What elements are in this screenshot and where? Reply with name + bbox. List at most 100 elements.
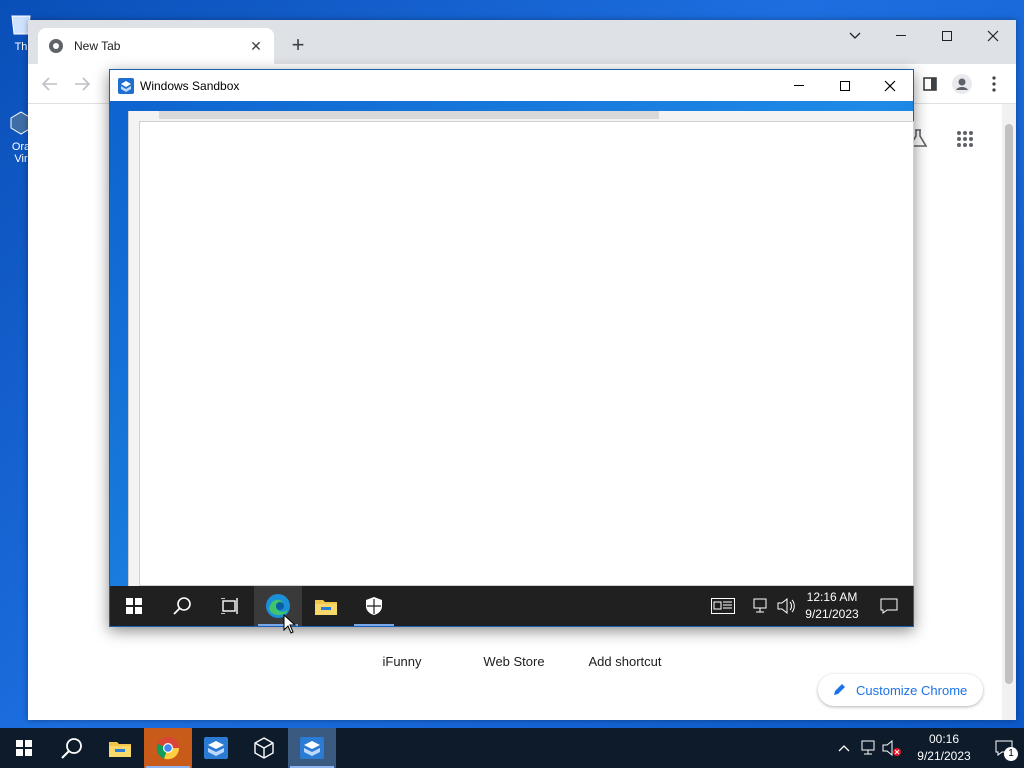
notification-icon — [880, 598, 898, 614]
chevron-down-icon — [849, 32, 861, 39]
tab-new-tab[interactable]: New Tab ✕ — [38, 28, 274, 64]
chrome-icon — [156, 737, 180, 760]
sandbox-taskbar: 12:16 AM 9/21/2023 — [110, 586, 913, 626]
profile-avatar-icon — [952, 74, 972, 94]
shortcut-add[interactable]: Add shortcut — [570, 654, 680, 669]
windows-logo-icon — [126, 598, 142, 614]
volume-muted-icon — [882, 740, 901, 756]
cube-icon — [254, 737, 274, 759]
sandbox-file-explorer-button[interactable] — [302, 586, 350, 626]
sandbox-clock-date: 9/21/2023 — [805, 607, 859, 621]
close-button[interactable] — [970, 20, 1016, 52]
customize-chrome-button[interactable]: Customize Chrome — [818, 674, 984, 706]
sandbox-search-button[interactable] — [158, 586, 206, 626]
shortcut-web-store[interactable]: Web Store — [459, 654, 569, 669]
scrollbar[interactable] — [1002, 104, 1016, 720]
back-button[interactable] — [38, 72, 62, 96]
sandbox-system-tray: 12:16 AM 9/21/2023 — [699, 586, 913, 626]
arrow-right-icon — [75, 77, 90, 91]
profile-button[interactable] — [950, 72, 974, 96]
mouse-cursor-icon — [283, 614, 297, 634]
search-icon — [61, 738, 82, 759]
action-center-button[interactable]: 1 — [984, 728, 1024, 768]
sandbox-network-icon-wrap[interactable] — [747, 598, 773, 614]
volume-icon — [777, 598, 795, 614]
maximize-icon — [840, 80, 850, 91]
side-panel-button[interactable] — [918, 72, 942, 96]
arrow-left-icon — [42, 77, 57, 91]
sandbox-taskbar-button-1[interactable] — [192, 728, 240, 768]
chrome-taskbar-button[interactable] — [144, 728, 192, 768]
sandbox-desktop — [110, 101, 914, 586]
sandbox-close-button[interactable] — [867, 70, 913, 101]
taskbar-clock[interactable]: 00:16 9/21/2023 — [904, 731, 984, 765]
sandbox-news-button[interactable] — [699, 586, 747, 626]
clock-date: 9/21/2023 — [917, 749, 971, 763]
minimize-button[interactable] — [878, 20, 924, 52]
tab-search-button[interactable] — [832, 20, 878, 52]
close-icon — [987, 30, 999, 42]
volume-tray-button[interactable] — [880, 740, 904, 756]
sandbox-security-button[interactable] — [350, 586, 398, 626]
search-icon — [173, 597, 191, 615]
scrollbar-thumb[interactable] — [1005, 124, 1013, 684]
sandbox-inner-tabbar — [159, 111, 659, 119]
minimize-icon — [896, 35, 906, 36]
sandbox-clock-time: 12:16 AM — [806, 590, 858, 604]
maximize-icon — [942, 31, 952, 41]
customize-chrome-label: Customize Chrome — [856, 682, 968, 698]
start-button[interactable] — [0, 728, 48, 768]
network-icon — [861, 740, 875, 755]
chrome-favicon-icon — [49, 39, 63, 53]
close-icon — [884, 80, 896, 91]
kebab-menu-icon — [992, 76, 996, 92]
apps-grid-icon[interactable] — [956, 130, 974, 148]
sandbox-task-view-button[interactable] — [206, 586, 254, 626]
sandbox-clock[interactable]: 12:16 AM 9/21/2023 — [799, 589, 865, 623]
windows-logo-icon — [16, 740, 32, 756]
desktop-icon-label: Th — [14, 41, 28, 53]
sandbox-minimize-button[interactable] — [776, 70, 822, 101]
shortcut-ifunny[interactable]: iFunny — [347, 654, 457, 669]
maximize-button[interactable] — [924, 20, 970, 52]
shield-icon — [366, 597, 382, 615]
task-view-icon — [221, 598, 238, 614]
running-indicator — [354, 624, 394, 626]
sandbox-start-button[interactable] — [110, 586, 158, 626]
chevron-up-icon — [838, 745, 850, 752]
folder-icon — [109, 742, 131, 757]
sandbox-volume-icon-wrap[interactable] — [773, 598, 799, 614]
network-tray-button[interactable] — [856, 740, 880, 756]
minimize-icon — [794, 84, 804, 86]
pencil-icon — [834, 684, 845, 695]
menu-button[interactable] — [982, 72, 1006, 96]
taskbar: 00:16 9/21/2023 1 — [0, 728, 1024, 768]
sandbox-title: Windows Sandbox — [140, 78, 240, 93]
sandbox-app-icon — [300, 737, 324, 759]
folder-icon — [315, 600, 337, 615]
virtualbox-taskbar-button[interactable] — [240, 728, 288, 768]
news-widget-icon — [711, 598, 735, 614]
sandbox-inner-window — [128, 111, 914, 586]
side-panel-icon — [923, 77, 937, 91]
sandbox-app-icon — [204, 737, 228, 759]
sandbox-titlebar[interactable]: Windows Sandbox — [110, 70, 913, 101]
tray-overflow-button[interactable] — [832, 744, 856, 752]
file-explorer-button[interactable] — [96, 728, 144, 768]
tab-close-icon[interactable]: ✕ — [248, 38, 264, 54]
sandbox-app-icon — [118, 77, 134, 94]
search-button[interactable] — [48, 728, 96, 768]
tab-title: New Tab — [74, 39, 121, 53]
new-tab-button[interactable]: + — [286, 34, 310, 58]
clock-time: 00:16 — [928, 732, 960, 746]
sandbox-taskbar-button-2[interactable] — [288, 728, 336, 768]
network-icon — [753, 598, 767, 613]
system-tray: 00:16 9/21/2023 1 — [832, 728, 1024, 768]
sandbox-inner-page — [139, 121, 914, 586]
notification-count-badge: 1 — [1004, 747, 1018, 761]
sandbox-notification-button[interactable] — [865, 586, 913, 626]
tab-strip: New Tab ✕ + — [28, 20, 1016, 64]
sandbox-window: Windows Sandbox 12:16 AM 9/21/2023 — [109, 69, 914, 627]
sandbox-maximize-button[interactable] — [822, 70, 868, 101]
forward-button[interactable] — [70, 72, 94, 96]
